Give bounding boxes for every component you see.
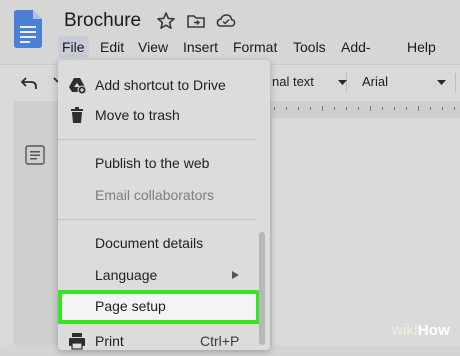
- watermark-wiki: wiki: [391, 322, 418, 339]
- watermark-how: How: [417, 322, 450, 339]
- menu-help[interactable]: Help: [407, 36, 436, 58]
- print-icon: [69, 333, 85, 350]
- document-outline-icon[interactable]: [24, 145, 46, 165]
- menu-item-label: Language: [95, 267, 158, 283]
- move-to-folder-icon[interactable]: [186, 11, 206, 31]
- menu-item-label: Publish to the web: [95, 155, 210, 171]
- redo-icon[interactable]: [44, 75, 58, 91]
- menu-divider: [58, 139, 256, 140]
- menu-item-email-collaborators: Email collaborators: [58, 180, 258, 210]
- font-select[interactable]: Arial: [362, 74, 388, 89]
- menu-item-label: Print: [95, 333, 124, 349]
- menu-item-label: Move to trash: [95, 107, 180, 123]
- menu-scrollbar[interactable]: [259, 232, 265, 345]
- menu-item-label: Email collaborators: [95, 187, 215, 203]
- menu-item-add-shortcut[interactable]: Add shortcut to Drive: [58, 70, 258, 100]
- wikihow-watermark: wikiHow: [392, 322, 450, 339]
- page-margin: [0, 101, 15, 345]
- font-dropdown-icon[interactable]: [437, 80, 446, 86]
- menu-item-label: Page setup: [95, 298, 166, 314]
- menu-item-document-details[interactable]: Document details: [58, 228, 258, 258]
- menu-item-language[interactable]: Language: [58, 260, 258, 290]
- menu-item-move-to-trash[interactable]: Move to trash: [58, 100, 258, 130]
- star-icon[interactable]: [156, 11, 176, 31]
- file-menu-dropdown: Add shortcut to Drive Move to trash Publ…: [58, 60, 270, 350]
- menu-tools[interactable]: Tools: [293, 36, 326, 58]
- trash-icon: [71, 107, 83, 123]
- paragraph-style-select[interactable]: nal text: [272, 74, 314, 89]
- toolbar-divider: [455, 73, 456, 93]
- menu-format[interactable]: Format: [233, 36, 277, 58]
- cloud-status-icon[interactable]: [216, 11, 236, 31]
- menu-item-label: Document details: [95, 235, 204, 251]
- menu-view[interactable]: View: [138, 36, 168, 58]
- undo-icon[interactable]: [20, 75, 38, 91]
- google-docs-icon[interactable]: [14, 10, 42, 48]
- app-header: Brochure File Edit View Insert Format To…: [0, 0, 460, 77]
- menu-item-shortcut: Ctrl+P: [200, 333, 240, 349]
- menu-item-print[interactable]: Print Ctrl+P: [58, 326, 258, 356]
- menu-edit[interactable]: Edit: [100, 36, 124, 58]
- horizontal-ruler[interactable]: [270, 104, 460, 114]
- menu-item-publish-to-web[interactable]: Publish to the web: [58, 148, 258, 178]
- menu-item-page-setup[interactable]: Page setup: [58, 290, 260, 324]
- menu-insert[interactable]: Insert: [183, 36, 218, 58]
- drive-shortcut-icon: [69, 78, 86, 94]
- menu-file[interactable]: File: [58, 36, 89, 58]
- menu-item-label: Add shortcut to Drive: [95, 77, 226, 93]
- document-page[interactable]: [272, 118, 460, 345]
- style-dropdown-icon[interactable]: [338, 80, 347, 86]
- submenu-arrow-icon: [232, 271, 239, 279]
- document-title[interactable]: Brochure: [64, 10, 141, 32]
- menu-divider: [58, 219, 256, 220]
